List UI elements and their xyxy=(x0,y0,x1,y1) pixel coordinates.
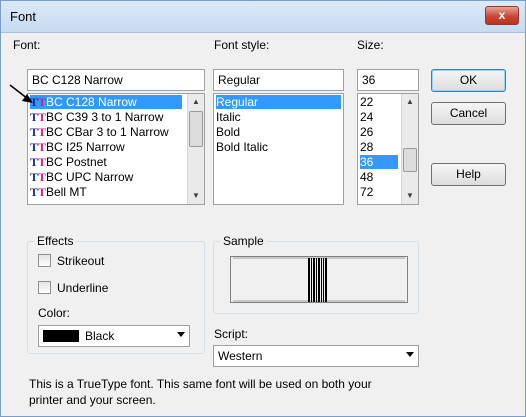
truetype-icon: TT xyxy=(30,185,47,199)
script-value: Western xyxy=(218,349,263,363)
style-list-item[interactable]: Bold Italic xyxy=(216,140,341,154)
cancel-button[interactable]: Cancel xyxy=(431,102,506,125)
style-list-item[interactable]: Italic xyxy=(216,110,341,124)
scroll-thumb[interactable] xyxy=(189,111,203,147)
style-list-item[interactable]: Bold xyxy=(216,125,341,139)
truetype-icon: TT xyxy=(30,170,47,184)
scroll-down-icon[interactable]: ▼ xyxy=(188,188,204,204)
size-list-item[interactable]: 28 xyxy=(360,140,398,154)
font-dialog: Font x Font: BC C128 Narrow TTBC C128 Na… xyxy=(0,0,526,417)
font-list-item[interactable]: TTBell MT xyxy=(30,185,182,199)
script-select[interactable]: Western xyxy=(213,345,419,367)
font-list-item[interactable]: TTBC Postnet xyxy=(30,155,182,169)
ok-button[interactable]: OK xyxy=(431,69,506,92)
font-list-item[interactable]: TTBC C39 3 to 1 Narrow xyxy=(30,110,182,124)
size-scrollbar[interactable]: ▲ ▼ xyxy=(401,94,418,204)
color-select[interactable]: Black xyxy=(38,325,190,347)
scroll-up-icon[interactable]: ▲ xyxy=(188,94,204,110)
size-list-item[interactable]: 24 xyxy=(360,110,398,124)
effects-title: Effects xyxy=(34,234,77,248)
scroll-thumb[interactable] xyxy=(403,148,417,172)
script-label: Script: xyxy=(214,327,249,341)
annotation-arrow xyxy=(9,84,33,103)
truetype-icon: TT xyxy=(30,155,47,169)
close-button[interactable]: x xyxy=(485,6,519,25)
chevron-down-icon xyxy=(177,332,185,337)
font-style-label: Font style: xyxy=(214,38,270,52)
close-icon: x xyxy=(498,8,506,22)
size-list-item[interactable]: 36 xyxy=(360,155,398,169)
font-list-item[interactable]: TTBC UPC Narrow xyxy=(30,170,182,184)
sample-preview xyxy=(230,256,408,303)
font-style-input[interactable]: Regular xyxy=(213,69,344,91)
font-list-item[interactable]: TTBC CBar 3 to 1 Narrow xyxy=(30,125,182,139)
size-list-item[interactable]: 48 xyxy=(360,170,398,184)
font-list[interactable]: TTBC C128 Narrow TTBC C39 3 to 1 Narrow … xyxy=(27,93,205,205)
font-style-list[interactable]: Regular Italic Bold Bold Italic xyxy=(213,93,344,205)
size-list-item[interactable]: 26 xyxy=(360,125,398,139)
size-input[interactable]: 36 xyxy=(357,69,419,91)
size-list[interactable]: 22 24 26 28 36 48 72 ▲ ▼ xyxy=(357,93,419,205)
info-text-line2: printer and your screen. xyxy=(29,393,156,407)
sample-title: Sample xyxy=(220,234,267,248)
color-value: Black xyxy=(85,329,115,343)
info-text-line1: This is a TrueType font. This same font … xyxy=(29,377,372,391)
underline-checkbox[interactable] xyxy=(38,281,51,294)
color-label: Color: xyxy=(38,306,71,320)
strikeout-label[interactable]: Strikeout xyxy=(57,254,104,268)
font-list-item[interactable]: TTBC C128 Narrow xyxy=(30,95,182,109)
scroll-down-icon[interactable]: ▼ xyxy=(402,188,418,204)
font-list-item[interactable]: TTBC I25 Narrow xyxy=(30,140,182,154)
barcode-preview xyxy=(233,257,405,302)
size-list-item[interactable]: 72 xyxy=(360,185,398,199)
underline-label[interactable]: Underline xyxy=(57,281,108,295)
chevron-down-icon xyxy=(406,352,414,357)
title-bar[interactable]: Font x xyxy=(1,1,525,33)
truetype-icon: TT xyxy=(30,125,47,139)
size-list-item[interactable]: 22 xyxy=(360,95,398,109)
size-label: Size: xyxy=(357,38,384,52)
truetype-icon: TT xyxy=(30,140,47,154)
scroll-up-icon[interactable]: ▲ xyxy=(402,94,418,110)
color-swatch xyxy=(43,330,79,342)
strikeout-checkbox[interactable] xyxy=(38,254,51,267)
font-input[interactable]: BC C128 Narrow xyxy=(27,69,205,91)
help-button[interactable]: Help xyxy=(431,163,506,186)
font-scrollbar[interactable]: ▲ ▼ xyxy=(187,94,204,204)
style-list-item[interactable]: Regular xyxy=(216,95,341,109)
